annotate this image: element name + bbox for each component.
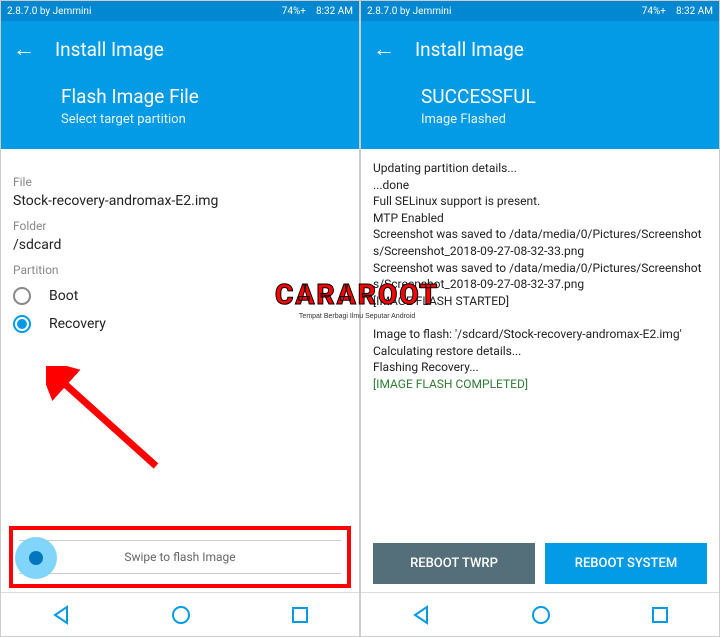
nav-recent-icon[interactable]: [651, 606, 669, 624]
swipe-slider[interactable]: Swipe to flash Image: [19, 540, 341, 574]
nav-back-icon[interactable]: [51, 605, 71, 625]
page-header: SUCCESSFUL Image Flashed: [361, 77, 719, 149]
radio-boot-label: Boot: [49, 288, 78, 304]
nav-home-icon[interactable]: [531, 605, 551, 625]
radio-recovery-label: Recovery: [49, 316, 106, 332]
appbar: ← Install Image: [361, 21, 719, 77]
header-title: Flash Image File: [61, 85, 299, 108]
navbar: [1, 592, 359, 636]
header-subtitle: Select target partition: [61, 112, 299, 127]
statusbar-time: 8:32 AM: [316, 6, 353, 17]
statusbar: 2.8.7.0 by Jemmini 74%+ 8:32 AM: [361, 1, 719, 21]
nav-recent-icon[interactable]: [291, 606, 309, 624]
radio-recovery[interactable]: Recovery: [13, 315, 347, 333]
folder-label: Folder: [13, 219, 347, 233]
swipe-text: Swipe to flash Image: [124, 550, 235, 564]
folder-value: /sdcard: [13, 237, 347, 253]
log-success: [IMAGE FLASH COMPLETED]: [373, 377, 528, 391]
statusbar-battery: 74%+: [282, 6, 306, 17]
radio-boot[interactable]: Boot: [13, 287, 347, 305]
button-row: REBOOT TWRP REBOOT SYSTEM: [361, 543, 719, 584]
back-arrow-icon[interactable]: ←: [373, 36, 395, 62]
phone-right: 2.8.7.0 by Jemmini 74%+ 8:32 AM ← Instal…: [360, 0, 720, 637]
appbar-title: Install Image: [415, 38, 524, 61]
swipe-knob[interactable]: [15, 537, 57, 579]
page-header: Flash Image File Select target partition: [1, 77, 359, 149]
radio-icon: [13, 287, 31, 305]
reboot-twrp-button[interactable]: REBOOT TWRP: [373, 543, 535, 584]
statusbar: 2.8.7.0 by Jemmini 74%+ 8:32 AM: [1, 1, 359, 21]
appbar: ← Install Image: [1, 21, 359, 77]
reboot-system-button[interactable]: REBOOT SYSTEM: [545, 543, 707, 584]
nav-back-icon[interactable]: [411, 605, 431, 625]
appbar-title: Install Image: [55, 38, 164, 61]
statusbar-battery: 74%+: [642, 6, 666, 17]
navbar: [361, 592, 719, 636]
log-text: Updating partition details... ...done Fu…: [373, 161, 702, 374]
back-arrow-icon[interactable]: ←: [13, 36, 35, 62]
phone-left: 2.8.7.0 by Jemmini 74%+ 8:32 AM ← Instal…: [0, 0, 360, 637]
statusbar-version: 2.8.7.0 by Jemmini: [7, 6, 91, 17]
header-title: SUCCESSFUL: [421, 85, 659, 108]
nav-home-icon[interactable]: [171, 605, 191, 625]
flash-log: Updating partition details... ...done Fu…: [361, 149, 719, 592]
file-value: Stock-recovery-andromax-E2.img: [13, 193, 347, 209]
statusbar-version: 2.8.7.0 by Jemmini: [367, 6, 451, 17]
file-label: File: [13, 175, 347, 189]
radio-icon-selected: [13, 315, 31, 333]
statusbar-time: 8:32 AM: [676, 6, 713, 17]
partition-label: Partition: [13, 263, 347, 277]
swipe-highlight-box: Swipe to flash Image: [9, 526, 351, 588]
header-subtitle: Image Flashed: [421, 112, 659, 127]
